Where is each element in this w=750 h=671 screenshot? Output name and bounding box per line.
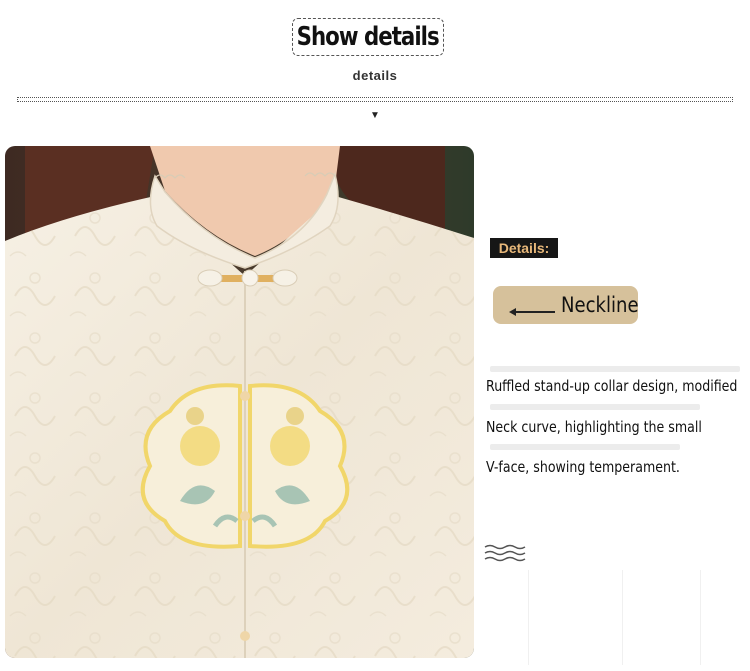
faded-text-line: [490, 366, 740, 372]
arrow-line: [513, 311, 555, 313]
description-line-3: V-face, showing temperament.: [486, 458, 680, 476]
page-title: Show details: [296, 22, 440, 52]
feature-label: Neckline: [561, 293, 639, 317]
faint-vertical-line: [700, 570, 701, 665]
faint-vertical-line: [622, 570, 623, 665]
blouse-illustration: [5, 146, 474, 658]
page-subtitle: details: [352, 68, 398, 83]
details-tag: Details:: [490, 238, 558, 258]
faded-text-line: [490, 404, 700, 410]
dotted-divider: [17, 97, 733, 102]
product-photo: [5, 146, 474, 658]
description-line-1: Ruffled stand-up collar design, modified: [486, 377, 738, 395]
faint-vertical-line: [528, 570, 529, 665]
neckline-label-pill: Neckline: [493, 286, 639, 324]
triangle-down-icon: ▼: [370, 110, 380, 121]
wave-lines-icon: [484, 544, 526, 562]
title-box: Show details: [292, 18, 444, 56]
description-line-2: Neck curve, highlighting the small: [486, 418, 702, 436]
faded-text-line: [490, 444, 680, 450]
